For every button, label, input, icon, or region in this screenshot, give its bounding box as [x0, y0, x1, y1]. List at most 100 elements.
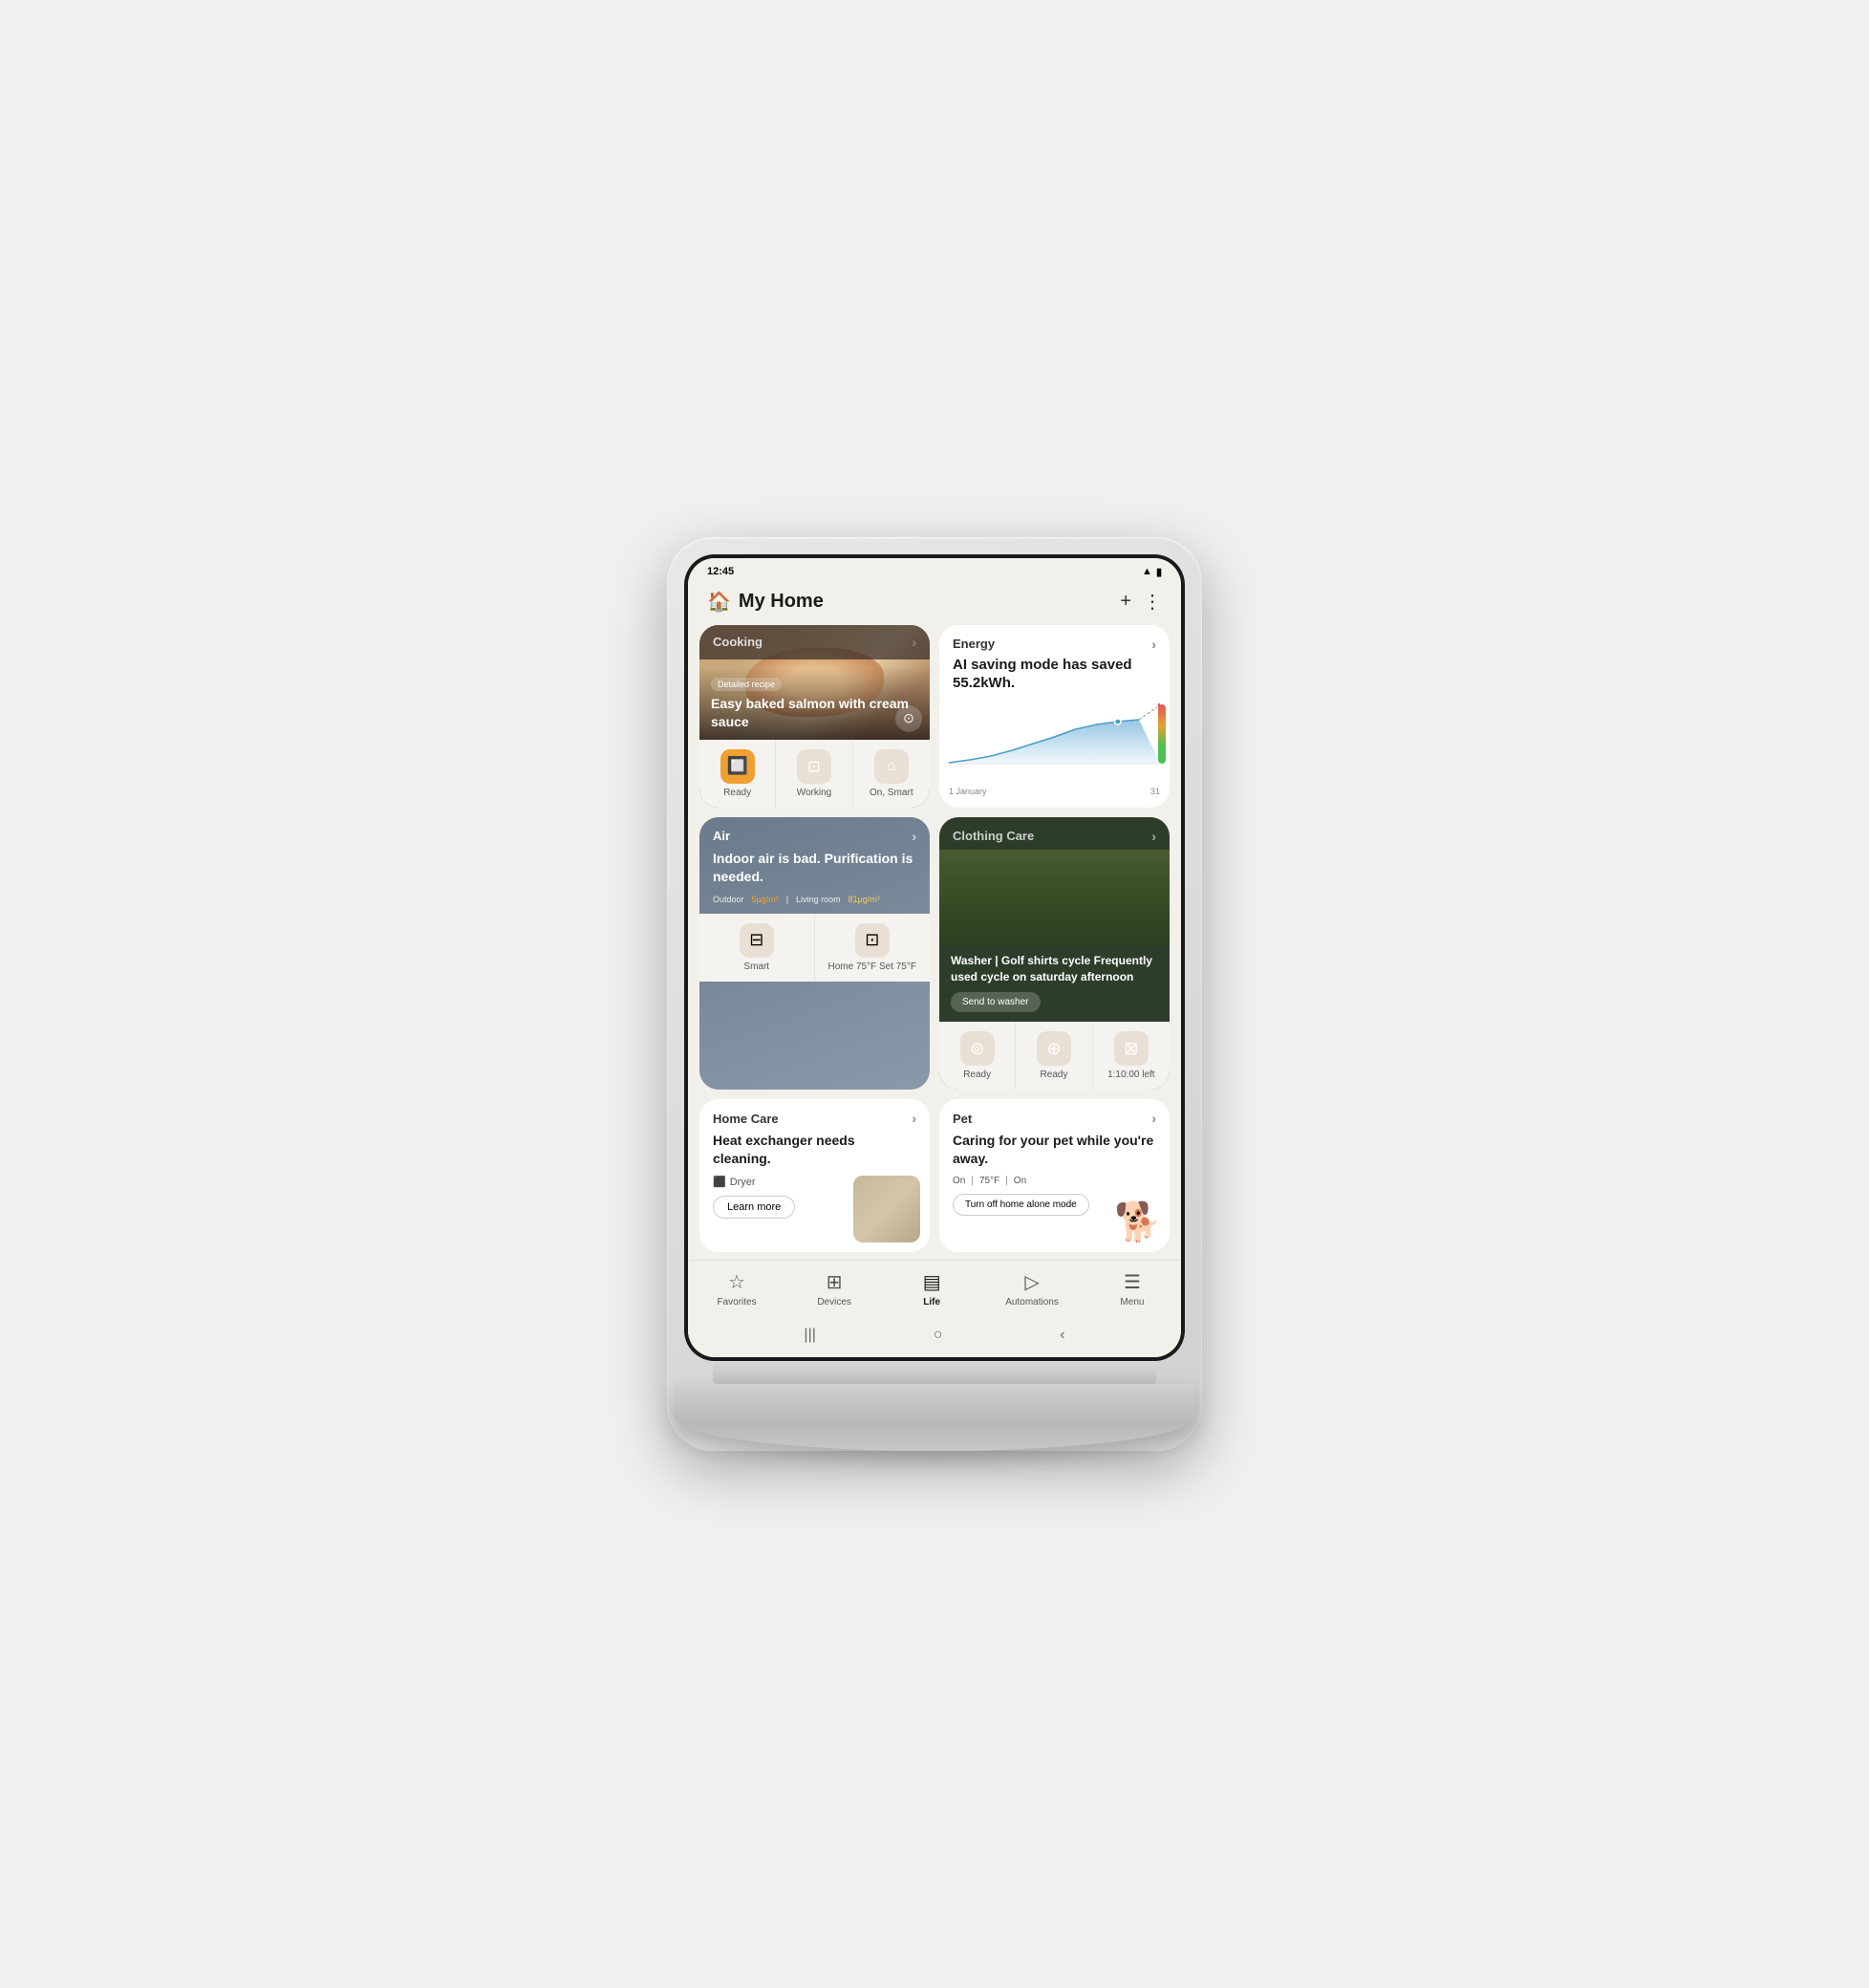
menu-icon: ☰: [1124, 1270, 1141, 1294]
clothing-chevron-icon: ›: [1151, 829, 1156, 844]
nav-menu[interactable]: ☰ Menu: [1108, 1270, 1156, 1307]
cooking-card[interactable]: Cooking › Detailed recipe Easy baked sal…: [699, 625, 930, 808]
status-bar: 12:45 ▲ ▮: [688, 558, 1181, 582]
clothing-image: [939, 850, 1170, 945]
clothing-content: Washer | Golf shirts cycle Frequently us…: [939, 945, 1170, 1023]
pet-metric-1: On: [953, 1176, 965, 1186]
energy-color-bar: [1158, 704, 1166, 764]
nav-favorites[interactable]: ☆ Favorites: [713, 1270, 761, 1307]
air-devices: ⊟ Smart ⊡ Home 75°F Set 75°F: [699, 914, 930, 982]
outdoor-value: 5μg/m³: [752, 895, 779, 904]
clothing-title: Washer | Golf shirts cycle Frequently us…: [951, 953, 1158, 985]
energy-label: Energy: [953, 637, 995, 651]
clothing-device-3[interactable]: ⊠ 1:10:00 left: [1093, 1022, 1170, 1090]
cooking-label: Cooking: [713, 635, 763, 649]
outdoor-label: Outdoor: [713, 895, 744, 904]
oven-icon: 🔲: [720, 749, 755, 784]
energy-chevron-icon: ›: [1151, 637, 1156, 652]
header-actions: + ⋮: [1120, 590, 1162, 614]
dryer-icon: ⬛: [713, 1176, 726, 1188]
automations-icon: ▷: [1024, 1270, 1039, 1294]
clothing-device-1[interactable]: ⊚ Ready: [939, 1022, 1016, 1090]
dryer-text: Dryer: [730, 1177, 756, 1188]
clothing-label: Clothing Care: [953, 829, 1034, 843]
cooking-overlay: Detailed recipe Easy baked salmon with c…: [699, 667, 930, 739]
device-stand: [713, 1361, 1156, 1384]
devices-label: Devices: [817, 1297, 851, 1307]
nav-life[interactable]: ▤ Life: [908, 1270, 956, 1307]
pet-metric-2: 75°F: [979, 1176, 999, 1186]
android-home-button[interactable]: ○: [934, 1327, 943, 1344]
home-care-card[interactable]: Home Care › Heat exchanger needs cleanin…: [699, 1099, 930, 1252]
screen-wrap: 12:45 ▲ ▮ 🏠 My Home + ⋮: [684, 554, 1185, 1362]
cooking-title: Easy baked salmon with cream sauce: [711, 695, 918, 729]
pet-dot-2: |: [1005, 1176, 1008, 1186]
android-recents-button[interactable]: |||: [804, 1327, 815, 1344]
cooking-device-1[interactable]: 🔲 Ready: [699, 740, 776, 808]
favorites-label: Favorites: [717, 1297, 756, 1307]
nav-automations[interactable]: ▷ Automations: [1005, 1270, 1059, 1307]
life-label: Life: [923, 1297, 940, 1307]
living-room-label: Living room: [796, 895, 841, 904]
cooking-header: Cooking ›: [699, 625, 930, 659]
pet-dot-1: |: [971, 1176, 974, 1186]
dryer-round-icon: ⊕: [1037, 1031, 1071, 1066]
pet-card[interactable]: Pet › Caring for your pet while you're a…: [939, 1099, 1170, 1252]
air-text: Indoor air is bad. Purification is neede…: [699, 850, 930, 895]
favorites-icon: ☆: [728, 1270, 745, 1294]
air-chevron-icon: ›: [912, 829, 916, 844]
energy-text: AI saving mode has saved 55.2kWh.: [939, 656, 1170, 701]
chart-labels: 1 January 31: [939, 787, 1170, 800]
cooking-device-3-label: On, Smart: [870, 788, 913, 798]
home-care-header: Home Care ›: [699, 1099, 930, 1132]
living-room-value: 81μg/m³: [849, 895, 880, 904]
pet-label: Pet: [953, 1112, 972, 1126]
air-label: Air: [713, 829, 730, 843]
header-left: 🏠 My Home: [707, 590, 824, 614]
air-device-1[interactable]: ⊟ Smart: [699, 914, 815, 982]
separator: |: [786, 895, 788, 904]
cooking-device-1-label: Ready: [723, 788, 751, 798]
status-time: 12:45: [707, 566, 734, 577]
home-care-text: Heat exchanger needs cleaning.: [699, 1132, 930, 1176]
energy-card[interactable]: Energy › AI saving mode has saved 55.2kW…: [939, 625, 1170, 808]
golf-scene-image: [939, 850, 1170, 945]
devices-icon: ⊞: [827, 1270, 843, 1294]
clothing-device-2[interactable]: ⊕ Ready: [1016, 1022, 1092, 1090]
chart-start-label: 1 January: [949, 787, 987, 796]
home-care-chevron-icon: ›: [912, 1111, 916, 1126]
air-header: Air ›: [699, 817, 930, 850]
home-alone-button[interactable]: Turn off home alone mode: [953, 1194, 1089, 1216]
scanner-icon[interactable]: ⊙: [895, 705, 922, 732]
air-card[interactable]: Air › Indoor air is bad. Purification is…: [699, 817, 930, 1091]
pet-text: Caring for your pet while you're away.: [939, 1132, 1170, 1176]
energy-chart-svg: [949, 701, 1160, 767]
android-back-button[interactable]: ‹: [1060, 1327, 1064, 1344]
air-device-2[interactable]: ⊡ Home 75°F Set 75°F: [815, 914, 931, 982]
home-icon: 🏠: [707, 590, 731, 614]
pet-chevron-icon: ›: [1151, 1111, 1156, 1126]
cooking-device-2-label: Working: [797, 788, 832, 798]
air-purifier-icon: ⊟: [740, 923, 774, 958]
air-device-2-label: Home 75°F Set 75°F: [828, 962, 916, 972]
microwave-icon: ⊡: [797, 749, 831, 784]
clothing-care-card[interactable]: Clothing Care › Washer | Golf shirts cyc…: [939, 817, 1170, 1091]
cooking-device-3[interactable]: ⌂ On, Smart: [853, 740, 930, 808]
add-icon[interactable]: +: [1120, 591, 1131, 613]
send-to-washer-button[interactable]: Send to washer: [951, 992, 1041, 1012]
pet-metrics: On | 75°F | On: [939, 1176, 1170, 1194]
more-menu-icon[interactable]: ⋮: [1143, 590, 1162, 614]
cooking-chevron-icon: ›: [912, 635, 916, 650]
time-remaining-icon: ⊠: [1114, 1031, 1149, 1066]
washer-icon: ⊚: [960, 1031, 995, 1066]
learn-more-button[interactable]: Learn more: [713, 1196, 795, 1219]
recipe-badge[interactable]: Detailed recipe: [711, 678, 782, 691]
clothing-device-2-label: Ready: [1041, 1070, 1068, 1080]
clothing-device-3-label: 1:10:00 left: [1107, 1070, 1154, 1080]
nav-devices[interactable]: ⊞ Devices: [810, 1270, 858, 1307]
android-nav: ||| ○ ‹: [688, 1319, 1181, 1357]
energy-header: Energy ›: [939, 625, 1170, 656]
menu-label: Menu: [1120, 1297, 1144, 1307]
cards-grid: Cooking › Detailed recipe Easy baked sal…: [699, 625, 1170, 1253]
cooking-device-2[interactable]: ⊡ Working: [776, 740, 852, 808]
